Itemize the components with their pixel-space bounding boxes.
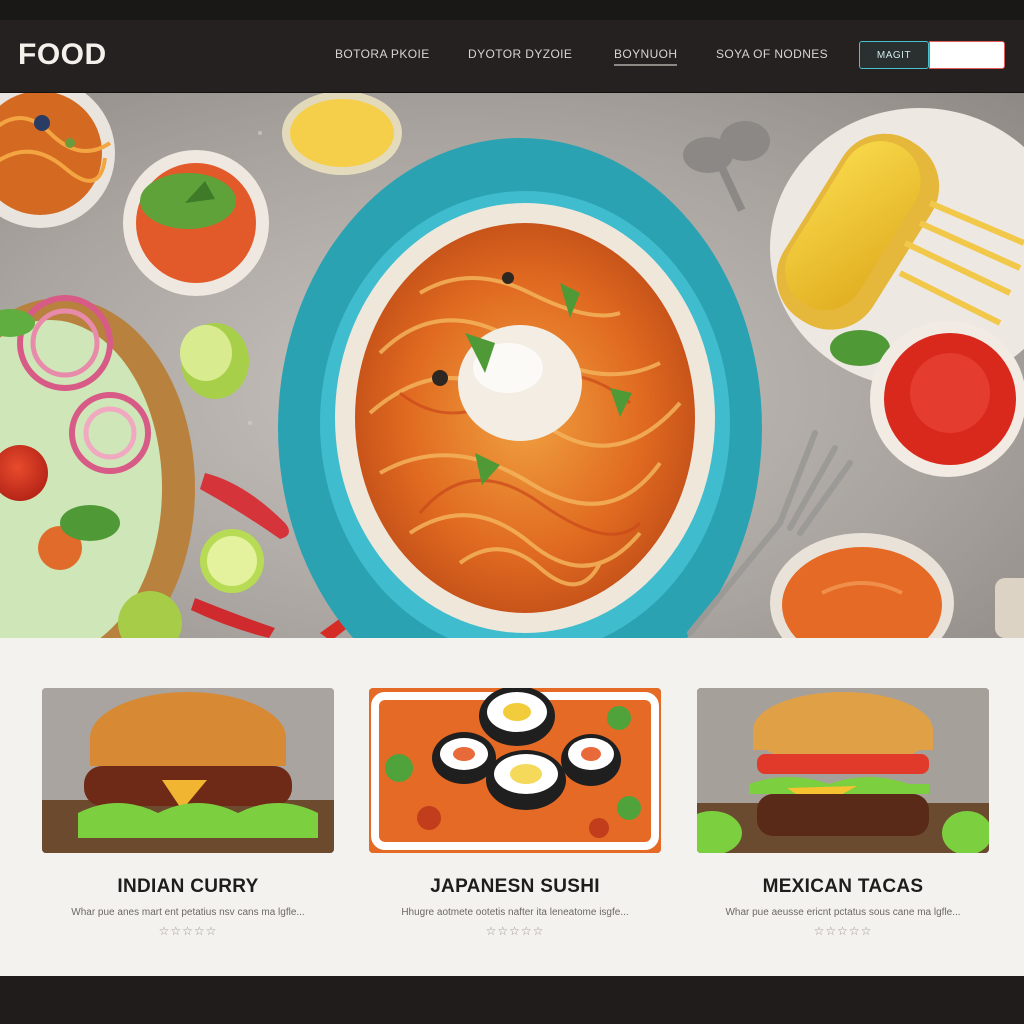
nav-item-2[interactable]: DYOTOR DYZOIE: [468, 47, 572, 61]
nav-item-2-label: DYOTOR DYZOIE: [468, 47, 573, 61]
search-button[interactable]: MAGIT: [859, 41, 929, 69]
site-header: FOOD BOTORA PKOIE DYOTOR DYZOIE BOYNUOH …: [0, 20, 1024, 93]
cuisine-cards-section: INDIAN CURRY Whar pue anes mart ent peta…: [0, 638, 1024, 976]
salsa-bowl: [123, 150, 269, 296]
search-input[interactable]: [929, 41, 1005, 69]
tomato-sauce-bowl: [870, 321, 1024, 477]
hero-banner: [0, 93, 1024, 638]
card-description: Whar pue anes mart ent petatius nsv cans…: [71, 907, 305, 918]
salad-basket: [0, 295, 195, 638]
pasta-plate: [278, 138, 762, 638]
nav-item-3[interactable]: BOYNUOH: [614, 47, 678, 66]
search-button-label: MAGIT: [876, 49, 912, 61]
nav-active-underline: [614, 64, 678, 66]
juice-glass: [282, 93, 402, 175]
food-spread-photo: [0, 93, 1024, 638]
rating-stars[interactable]: ☆☆☆☆☆: [42, 924, 334, 938]
card-title: INDIAN CURRY: [117, 876, 259, 897]
card-title: JAPANESN SUSHI: [430, 876, 600, 897]
cuisine-card[interactable]: MEXICAN TACAS Whar pue aeusse ericnt pct…: [697, 688, 989, 948]
card-description: Whar pue aeusse ericnt pctatus sous cane…: [725, 907, 961, 918]
burger-photo[interactable]: [697, 688, 989, 853]
card-description: Hhugre aotmete ootetis nafter ita leneat…: [401, 907, 629, 918]
chili-pepper: [200, 473, 289, 539]
top-strip: [0, 0, 1024, 20]
bottom-strip: [0, 976, 1024, 1024]
rating-stars[interactable]: ☆☆☆☆☆: [697, 924, 989, 938]
nav-item-1[interactable]: BOTORA PKOIE: [335, 47, 430, 61]
rating-stars[interactable]: ☆☆☆☆☆: [369, 924, 661, 938]
card-title: MEXICAN TACAS: [762, 876, 924, 897]
cuisine-card[interactable]: JAPANESN SUSHI Hhugre aotmete ootetis na…: [369, 688, 661, 948]
noodle-plate-topleft: [0, 93, 115, 228]
burger-photo[interactable]: [42, 688, 334, 853]
nav-item-3-label: BOYNUOH: [614, 47, 678, 61]
sushi-photo[interactable]: [369, 688, 661, 853]
nav-item-4[interactable]: SOYA OF NODNES: [716, 47, 828, 61]
nav-item-4-label: SOYA OF NODNES: [716, 47, 829, 61]
soup-bowl: [770, 533, 954, 638]
site-logo[interactable]: FOOD: [18, 38, 107, 72]
cuisine-card[interactable]: INDIAN CURRY Whar pue anes mart ent peta…: [42, 688, 334, 948]
nav-item-1-label: BOTORA PKOIE: [335, 47, 430, 61]
